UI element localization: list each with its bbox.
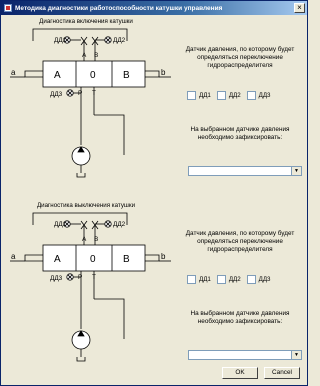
title-bar: Методика диагностики работоспособности к… xyxy=(1,1,307,15)
checkbox-dd1-on[interactable]: ДД1 xyxy=(187,91,211,100)
checkbox-dd2-off[interactable]: ДД2 xyxy=(216,275,241,284)
label-port-a: A xyxy=(82,236,87,243)
block-a: A xyxy=(54,70,61,81)
window-title: Методика диагностики работоспособности к… xyxy=(15,4,223,12)
sensor-checkboxes-off: ДД1 ДД2 ДД3 xyxy=(187,275,276,284)
label-port-t: T xyxy=(92,274,96,281)
label-port-b: B xyxy=(94,52,98,59)
label-side-a: a xyxy=(11,252,16,261)
chevron-down-icon[interactable]: ▼ xyxy=(291,167,301,175)
label-port-p: P xyxy=(78,90,82,97)
block-zero: 0 xyxy=(90,70,96,81)
label-dd3: ДД3 xyxy=(50,91,63,98)
label-dd2: ДД2 xyxy=(113,221,126,228)
close-button[interactable]: × xyxy=(294,3,305,13)
sensor-question-on: Датчик давления, по которому будет опред… xyxy=(185,46,295,69)
label-port-a: A xyxy=(82,52,87,59)
dialog-window: Методика диагностики работоспособности к… xyxy=(0,0,308,386)
cancel-button[interactable]: Cancel xyxy=(264,367,300,379)
label-port-b: B xyxy=(94,236,98,243)
checkbox-dd1-off[interactable]: ДД1 xyxy=(187,275,211,284)
sensor-question-off: Датчик давления, по которому будет опред… xyxy=(185,230,295,253)
block-a: A xyxy=(54,254,61,265)
label-side-b: b xyxy=(161,252,166,261)
label-dd1: ДД1 xyxy=(54,221,67,228)
section-on-title: Диагностика включения катушки xyxy=(39,18,133,25)
fix-value-select-on[interactable]: ▼ xyxy=(188,166,302,176)
ok-button[interactable]: OK xyxy=(222,367,258,379)
checkbox-dd3-on[interactable]: ДД3 xyxy=(246,91,270,100)
fix-value-select-off[interactable]: ▼ xyxy=(188,350,302,360)
label-port-p: P xyxy=(78,274,82,281)
label-side-b: b xyxy=(161,68,166,77)
label-dd3: ДД3 xyxy=(50,275,63,282)
checkbox-dd3-off[interactable]: ДД3 xyxy=(246,275,270,284)
block-b: B xyxy=(123,254,130,265)
app-icon xyxy=(4,4,12,12)
label-port-t: T xyxy=(92,90,96,97)
close-icon: × xyxy=(297,3,302,12)
label-dd1: ДД1 xyxy=(54,37,67,44)
fix-label-off: На выбранном датчике давления необходимо… xyxy=(190,310,290,325)
label-side-a: a xyxy=(11,68,16,77)
label-dd2: ДД2 xyxy=(113,37,126,44)
sensor-checkboxes-on: ДД1 ДД2 ДД3 xyxy=(187,91,276,100)
fix-label-on: На выбранном датчике давления необходимо… xyxy=(190,126,290,141)
hydraulic-diagram-on: ДД1 ДД2 A B a b A 0 B ДД3 P T xyxy=(1,25,176,190)
section-off-title: Диагностика выключения катушки xyxy=(36,202,136,209)
hydraulic-diagram-off: ДД1 ДД2 A B a b A 0 B ДД3 P T xyxy=(1,209,176,374)
block-zero: 0 xyxy=(90,254,96,265)
block-b: B xyxy=(123,70,130,81)
checkbox-dd2-on[interactable]: ДД2 xyxy=(216,91,241,100)
chevron-down-icon[interactable]: ▼ xyxy=(291,351,301,359)
